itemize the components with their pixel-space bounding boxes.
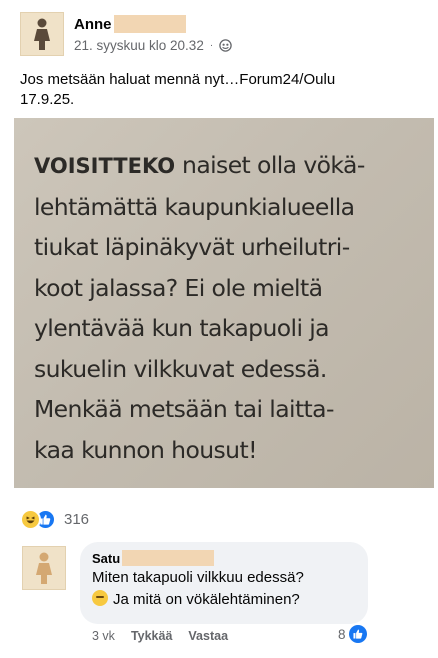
- like-button[interactable]: Tykkää: [131, 629, 172, 643]
- comment-reactions[interactable]: 8: [338, 625, 367, 643]
- comment-actions: 3 vk Tykkää Vastaa: [92, 629, 228, 643]
- post-text-line: 17.9.25.: [20, 91, 75, 108]
- clipping-line: Menkää metsään tai laitta-: [34, 395, 334, 423]
- audience-icon[interactable]: [219, 39, 232, 52]
- post-photo[interactable]: VOISITTEKO naiset olla vökä- lehtämättä …: [14, 118, 434, 488]
- post-meta: 21. syyskuu klo 20.32 ·: [74, 38, 232, 53]
- author-name[interactable]: Anne: [74, 16, 112, 33]
- redacted-surname: [113, 15, 186, 33]
- clipping-line: ylentävää kun takapuoli ja: [34, 314, 330, 342]
- post-timestamp[interactable]: 21. syyskuu klo 20.32: [74, 38, 204, 53]
- like-icon: [348, 625, 367, 643]
- author-name-row: Anne: [74, 15, 186, 33]
- clipping-line: tiukat läpinäkyvät urheilutri-: [34, 233, 350, 261]
- newspaper-clipping-text: VOISITTEKO naiset olla vökä- lehtämättä …: [34, 145, 434, 470]
- commenter-name[interactable]: Satu: [92, 551, 120, 566]
- female-silhouette-icon: [36, 552, 52, 584]
- redacted-surname: [122, 550, 215, 566]
- reaction-count[interactable]: 316: [64, 511, 89, 528]
- comment-text-line: Ja mitä on vökälehtäminen?: [113, 591, 300, 608]
- post-header: Anne 21. syyskuu klo 20.32 ·: [20, 12, 420, 62]
- comment-bubble: Satu Miten takapuoli vilkkuu edessä? Ja …: [80, 542, 368, 624]
- comment-text-line2: Ja mitä on vökälehtäminen?: [92, 590, 356, 610]
- haha-icon: [20, 509, 41, 530]
- comment-text-line: Miten takapuoli vilkkuu edessä?: [92, 569, 304, 586]
- clipping-line: kaa kunnon housut!: [34, 435, 258, 464]
- clipping-line: VOISITTEKO naiset olla vökä-: [34, 145, 434, 187]
- comment-time[interactable]: 3 vk: [92, 629, 115, 643]
- comment-reaction-count: 8: [338, 626, 346, 642]
- post-text: Jos metsään haluat mennä nyt…Forum24/Oul…: [20, 70, 420, 110]
- clipping-line: lehtämättä kaupunkialueella: [34, 192, 355, 221]
- author-avatar[interactable]: [20, 12, 64, 56]
- commenter-name-row: Satu: [92, 550, 356, 566]
- reactions-summary[interactable]: 316: [20, 509, 89, 530]
- reply-button[interactable]: Vastaa: [188, 629, 228, 643]
- clipping-line1-rest: naiset olla vökä-: [175, 151, 365, 179]
- meta-separator: ·: [209, 40, 214, 51]
- clipping-lead-word: VOISITTEKO: [34, 154, 176, 178]
- commenter-avatar[interactable]: [22, 546, 66, 590]
- thinking-face-icon: [92, 590, 108, 606]
- post-text-line: Jos metsään haluat mennä nyt…Forum24/Oul…: [20, 71, 336, 88]
- clipping-line: sukuelin vilkkuvat edessä.: [34, 354, 327, 383]
- clipping-line: koot jalassa? Ei ole mieltä: [34, 273, 323, 302]
- female-silhouette-icon: [34, 18, 50, 50]
